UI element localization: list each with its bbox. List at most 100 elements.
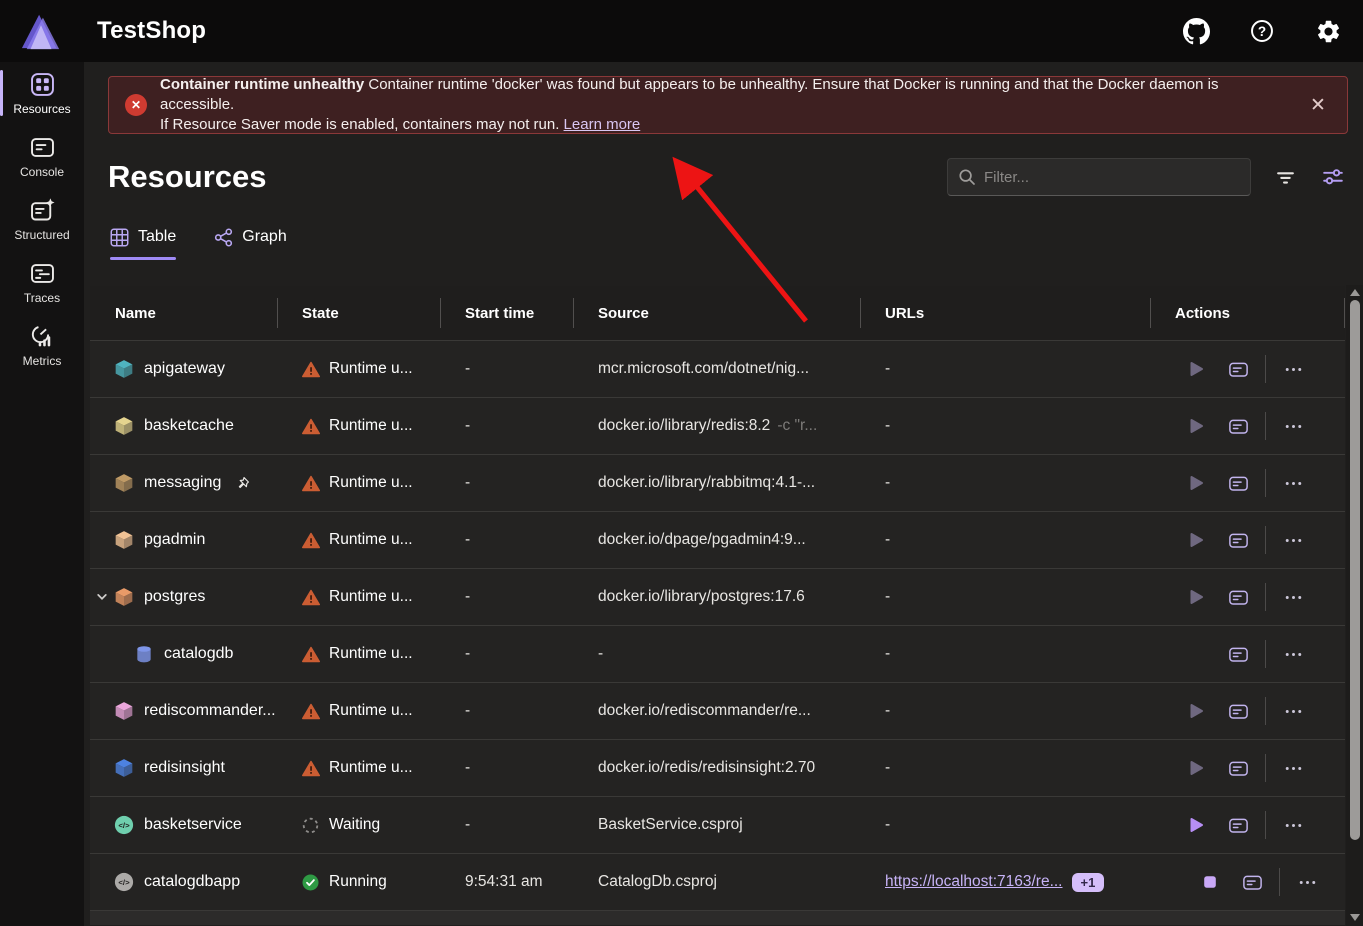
resource-name[interactable]: basketservice xyxy=(144,816,242,834)
table-row[interactable]: </> basketcache Runtime u... - docker.io… xyxy=(90,397,1345,454)
start-resource-button[interactable] xyxy=(1182,355,1210,383)
tab-graph[interactable]: Graph xyxy=(214,224,286,260)
table-row[interactable]: </> postgres Runtime u... - docker.io/li… xyxy=(90,568,1345,625)
view-console-logs-button[interactable] xyxy=(1224,640,1252,668)
more-actions-button[interactable] xyxy=(1279,526,1307,554)
start-time-cell: - xyxy=(440,455,573,511)
filter-input[interactable] xyxy=(984,169,1240,186)
tab-table[interactable]: Table xyxy=(110,224,176,260)
start-resource-button[interactable] xyxy=(1182,583,1210,611)
column-header-urls[interactable]: URLs xyxy=(860,286,1150,340)
expand-chevron-icon[interactable] xyxy=(96,590,110,604)
column-header-source[interactable]: Source xyxy=(573,286,860,340)
sidebar-item-structured[interactable]: Structured xyxy=(0,188,84,250)
learn-more-link[interactable]: Learn more xyxy=(564,116,641,133)
resource-name[interactable]: catalogdb xyxy=(164,645,233,663)
column-header-start-time[interactable]: Start time xyxy=(440,286,573,340)
source-cell: docker.io/rediscommander/re... xyxy=(573,683,860,739)
resource-name[interactable]: messaging xyxy=(144,474,221,492)
sidebar-item-resources[interactable]: Resources xyxy=(0,62,84,124)
more-actions-button[interactable] xyxy=(1279,412,1307,440)
resource-name[interactable]: redisinsight xyxy=(144,759,225,777)
github-icon[interactable] xyxy=(1181,16,1211,46)
more-actions-button[interactable] xyxy=(1293,868,1321,896)
scrollbar-down-arrow-icon[interactable] xyxy=(1350,914,1360,921)
urls-cell: - xyxy=(860,341,1150,397)
view-console-logs-button[interactable] xyxy=(1224,811,1252,839)
resource-url-link[interactable]: https://localhost:7163/re... xyxy=(885,873,1063,891)
column-header-name[interactable]: Name xyxy=(90,286,277,340)
state-label: Runtime u... xyxy=(329,531,413,549)
urls-cell: - xyxy=(860,512,1150,568)
view-console-logs-button[interactable] xyxy=(1238,868,1266,896)
start-resource-button[interactable] xyxy=(1182,754,1210,782)
resource-name[interactable]: postgres xyxy=(144,588,205,606)
source-value: mcr.microsoft.com/dotnet/nig... xyxy=(598,360,809,378)
source-value: CatalogDb.csproj xyxy=(598,873,717,891)
view-console-logs-button[interactable] xyxy=(1224,355,1252,383)
database-cylinder-icon xyxy=(134,644,154,664)
more-actions-button[interactable] xyxy=(1279,469,1307,497)
view-console-logs-button[interactable] xyxy=(1224,754,1252,782)
table-row[interactable]: </> messaging Runtime u... - docker.io/l… xyxy=(90,454,1345,511)
view-console-logs-button[interactable] xyxy=(1224,412,1252,440)
state-cell: Runtime u... xyxy=(277,626,440,682)
resource-name[interactable]: apigateway xyxy=(144,360,225,378)
state-cell: Runtime u... xyxy=(277,341,440,397)
table-row[interactable]: </> rediscommander... Runtime u... - doc… xyxy=(90,682,1345,739)
start-resource-button[interactable] xyxy=(1182,697,1210,725)
resource-name[interactable]: catalogdbapp xyxy=(144,873,240,891)
more-actions-button[interactable] xyxy=(1279,640,1307,668)
topbar-actions: ? xyxy=(1181,16,1343,46)
scrollbar-thumb[interactable] xyxy=(1350,300,1360,840)
source-cell: docker.io/library/redis:8.2 -c "r... xyxy=(573,398,860,454)
view-console-logs-button[interactable] xyxy=(1224,697,1252,725)
more-actions-button[interactable] xyxy=(1279,583,1307,611)
more-urls-badge[interactable]: +1 xyxy=(1072,873,1105,892)
start-resource-button[interactable] xyxy=(1182,526,1210,554)
settings-gear-icon[interactable] xyxy=(1313,16,1343,46)
help-icon[interactable]: ? xyxy=(1247,16,1277,46)
resource-name[interactable]: rediscommander... xyxy=(144,702,276,720)
page-title: Resources xyxy=(108,159,267,195)
more-actions-button[interactable] xyxy=(1279,697,1307,725)
actions-cell xyxy=(1150,683,1345,739)
table-row[interactable]: </> basketservice Waiting - BasketServic… xyxy=(90,796,1345,853)
start-resource-button[interactable] xyxy=(1182,469,1210,497)
table-row[interactable]: </> redisinsight Runtime u... - docker.i… xyxy=(90,739,1345,796)
page-header-row: Resources xyxy=(108,156,1347,198)
sidebar-item-metrics[interactable]: Metrics xyxy=(0,314,84,376)
filter-funnel-icon[interactable] xyxy=(1271,163,1299,191)
more-actions-button[interactable] xyxy=(1279,811,1307,839)
banner-close-icon[interactable]: ✕ xyxy=(1303,90,1333,120)
vertical-scrollbar[interactable] xyxy=(1346,285,1363,926)
sidebar-item-console[interactable]: Console xyxy=(0,125,84,187)
state-cell: Runtime u... xyxy=(277,683,440,739)
source-value: docker.io/rediscommander/re... xyxy=(598,702,811,720)
table-row[interactable]: </> pgadmin Runtime u... - docker.io/dpa… xyxy=(90,511,1345,568)
resources-table: Name State Start time Source URLs Action… xyxy=(90,286,1345,910)
resource-name-cell: </> postgres xyxy=(90,569,277,625)
sidebar-item-traces[interactable]: Traces xyxy=(0,251,84,313)
resource-name[interactable]: basketcache xyxy=(144,417,234,435)
error-banner: ✕ Container runtime unhealthy Container … xyxy=(108,76,1348,134)
more-actions-button[interactable] xyxy=(1279,355,1307,383)
view-console-logs-button[interactable] xyxy=(1224,469,1252,497)
table-row[interactable]: </> apigateway Runtime u... - mcr.micros… xyxy=(90,340,1345,397)
scrollbar-up-arrow-icon[interactable] xyxy=(1350,289,1360,296)
more-actions-button[interactable] xyxy=(1279,754,1307,782)
column-header-actions[interactable]: Actions xyxy=(1150,286,1345,340)
resource-filter-sliders-icon[interactable] xyxy=(1319,163,1347,191)
resource-name-cell: </> pgadmin xyxy=(90,512,277,568)
container-box-icon xyxy=(114,587,134,607)
actions-divider xyxy=(1265,412,1266,440)
resource-name[interactable]: pgadmin xyxy=(144,531,205,549)
stop-resource-button[interactable] xyxy=(1196,868,1224,896)
column-header-state[interactable]: State xyxy=(277,286,440,340)
table-row[interactable]: </> catalogdbapp Running 9:54:31 am Cata… xyxy=(90,853,1345,910)
view-console-logs-button[interactable] xyxy=(1224,526,1252,554)
view-console-logs-button[interactable] xyxy=(1224,583,1252,611)
start-resource-button[interactable] xyxy=(1182,412,1210,440)
table-row[interactable]: </> catalogdb Runtime u... - - - xyxy=(90,625,1345,682)
start-resource-button[interactable] xyxy=(1182,811,1210,839)
